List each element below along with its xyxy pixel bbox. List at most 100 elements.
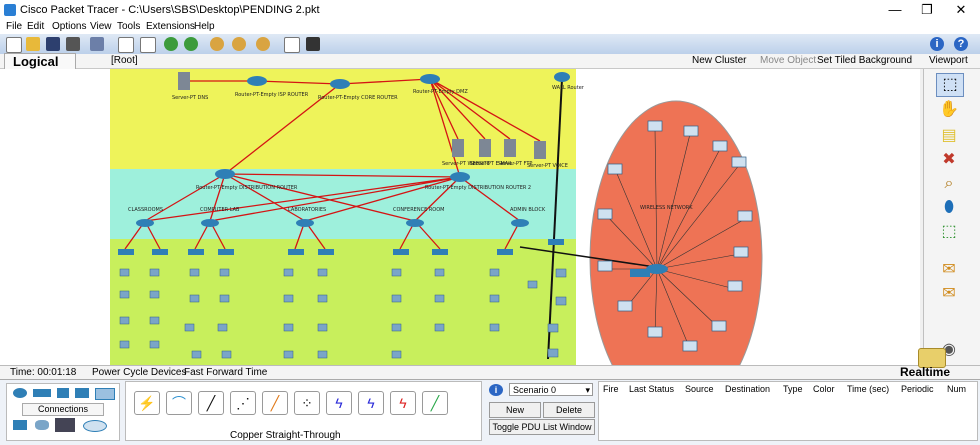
distribution-router-2[interactable]: [450, 172, 470, 182]
zoom-out-icon[interactable]: [256, 37, 270, 51]
pdu-list-table: Fire Last Status Source Destination Type…: [598, 381, 978, 441]
custom-device-icon[interactable]: [306, 37, 320, 51]
viewport-button[interactable]: Viewport: [929, 55, 968, 66]
col-last-status: Last Status: [629, 384, 675, 394]
redo-icon[interactable]: [184, 37, 198, 51]
draw-shape-icon[interactable]: ⬮: [936, 197, 962, 219]
topology-svg[interactable]: Server-PT DNS Router-PT-Empty ISP ROUTER…: [0, 69, 920, 365]
distribution-router[interactable]: [215, 169, 235, 179]
copy-icon[interactable]: [118, 37, 134, 53]
dns-server[interactable]: [178, 72, 190, 90]
serial-dce-icon[interactable]: ϟ: [358, 391, 384, 415]
wireless-category-icon[interactable]: [75, 388, 89, 398]
scenario-info-icon[interactable]: i: [489, 384, 503, 396]
menu-options[interactable]: Options: [52, 21, 86, 32]
new-cluster-button[interactable]: New Cluster: [692, 55, 746, 66]
fast-forward-button[interactable]: Fast Forward Time: [184, 367, 267, 378]
resize-icon[interactable]: ⬚: [936, 221, 962, 243]
status-bar: Time: 00:01:18 Power Cycle Devices Fast …: [0, 365, 980, 380]
move-object-button[interactable]: Move Object: [760, 55, 816, 66]
tool-palette: ⬚ ✋ ▤ ✖ ⌕ ⬮ ⬚ ✉ ✉ ◉: [923, 69, 980, 365]
select-icon[interactable]: ⬚: [936, 73, 964, 97]
note-icon[interactable]: ▤: [936, 125, 962, 147]
distribution-zone: [110, 169, 576, 239]
router-category-icon[interactable]: [13, 388, 27, 398]
switch-category-icon[interactable]: [33, 389, 51, 397]
zoom-reset-icon[interactable]: [232, 37, 246, 51]
label-voice: Server-PT VOICE: [527, 163, 568, 169]
wireless-switch[interactable]: [630, 269, 650, 277]
print-icon[interactable]: [66, 37, 80, 51]
workspace-bar: [Root] New Cluster Move Object Set Tiled…: [0, 54, 980, 69]
palette-icon[interactable]: [284, 37, 300, 53]
question-icon[interactable]: ?: [954, 37, 968, 51]
dmz-router[interactable]: [420, 74, 440, 84]
label-dist1: Router-PT-Empty DISTRIBUTION ROUTER: [196, 185, 298, 191]
hub-category-icon[interactable]: [57, 388, 69, 398]
delete-scenario-button[interactable]: Delete: [543, 402, 595, 418]
scenario-select[interactable]: Scenario 0 ▾: [509, 383, 593, 396]
zoom-in-icon[interactable]: [210, 37, 224, 51]
conference-router[interactable]: [406, 219, 424, 227]
col-periodic: Periodic: [901, 384, 934, 394]
coaxial-icon[interactable]: ϟ: [326, 391, 352, 415]
label-computer-lab: COMPUTER LAB: [200, 207, 240, 213]
scenario-panel: i Scenario 0 ▾ New Delete Toggle PDU Lis…: [485, 381, 595, 439]
hand-icon[interactable]: ✋: [936, 99, 962, 121]
add-complex-pdu-icon[interactable]: ✉: [936, 283, 962, 305]
new-scenario-button[interactable]: New: [489, 402, 541, 418]
end-devices-category-icon[interactable]: [13, 420, 27, 430]
logical-tab[interactable]: Logical: [4, 53, 76, 69]
computer-lab-router[interactable]: [201, 219, 219, 227]
server-voice[interactable]: [534, 141, 546, 159]
classrooms-router[interactable]: [136, 219, 154, 227]
connections-category-icon[interactable]: [95, 388, 115, 400]
delete-icon[interactable]: ✖: [936, 149, 962, 171]
menu-extensions[interactable]: Extensions: [146, 21, 195, 32]
help-icon[interactable]: i: [930, 37, 944, 51]
new-file-icon[interactable]: [6, 37, 22, 53]
network-canvas[interactable]: Server-PT DNS Router-PT-Empty ISP ROUTER…: [0, 69, 920, 365]
core-router[interactable]: [330, 79, 350, 89]
wall-router[interactable]: [554, 72, 570, 82]
menu-view[interactable]: View: [90, 21, 112, 32]
menu-file[interactable]: File: [6, 21, 22, 32]
console-cable-icon[interactable]: ⌒: [166, 391, 192, 415]
laboratories-router[interactable]: [296, 219, 314, 227]
realtime-label[interactable]: Realtime: [900, 365, 950, 379]
save-icon[interactable]: [46, 37, 60, 51]
menu-edit[interactable]: Edit: [27, 21, 44, 32]
isp-router[interactable]: [247, 76, 267, 86]
close-button[interactable]: ✕: [946, 2, 976, 18]
toggle-pdu-list-button[interactable]: Toggle PDU List Window: [489, 419, 595, 435]
octal-cable-icon[interactable]: ╱: [422, 391, 448, 415]
server-email[interactable]: [479, 139, 491, 157]
inspect-icon[interactable]: ⌕: [936, 173, 962, 195]
activity-wizard-icon[interactable]: [90, 37, 104, 51]
open-folder-icon[interactable]: [26, 37, 40, 51]
paste-icon[interactable]: [140, 37, 156, 53]
menu-bar: File Edit Options View Tools Extensions …: [0, 20, 980, 34]
menu-tools[interactable]: Tools: [117, 21, 140, 32]
auto-connection-icon[interactable]: ⚡: [134, 391, 160, 415]
server-website[interactable]: [452, 139, 464, 157]
copper-cross-over-icon[interactable]: ⋰: [230, 391, 256, 415]
serial-dte-icon[interactable]: ϟ: [390, 391, 416, 415]
label-dns: Server-PT DNS: [172, 95, 208, 101]
wan-emulation-category-icon[interactable]: [83, 420, 107, 432]
set-tiled-background-button[interactable]: Set Tiled Background: [817, 55, 912, 66]
add-simple-pdu-icon[interactable]: ✉: [936, 259, 962, 281]
multiuser-category-icon[interactable]: [55, 418, 75, 432]
phone-cable-icon[interactable]: ⁘: [294, 391, 320, 415]
admin-block-router[interactable]: [511, 219, 529, 227]
menu-help[interactable]: Help: [194, 21, 215, 32]
undo-icon[interactable]: [164, 37, 178, 51]
copper-straight-through-icon[interactable]: ╱: [198, 391, 224, 415]
power-cycle-button[interactable]: Power Cycle Devices: [92, 367, 186, 378]
root-breadcrumb[interactable]: [Root]: [111, 55, 138, 66]
server-ftp[interactable]: [504, 139, 516, 157]
maximize-button[interactable]: ❐: [912, 2, 942, 18]
minimize-button[interactable]: —: [880, 2, 910, 18]
components-category-icon[interactable]: [35, 420, 49, 430]
fiber-icon[interactable]: ╱: [262, 391, 288, 415]
